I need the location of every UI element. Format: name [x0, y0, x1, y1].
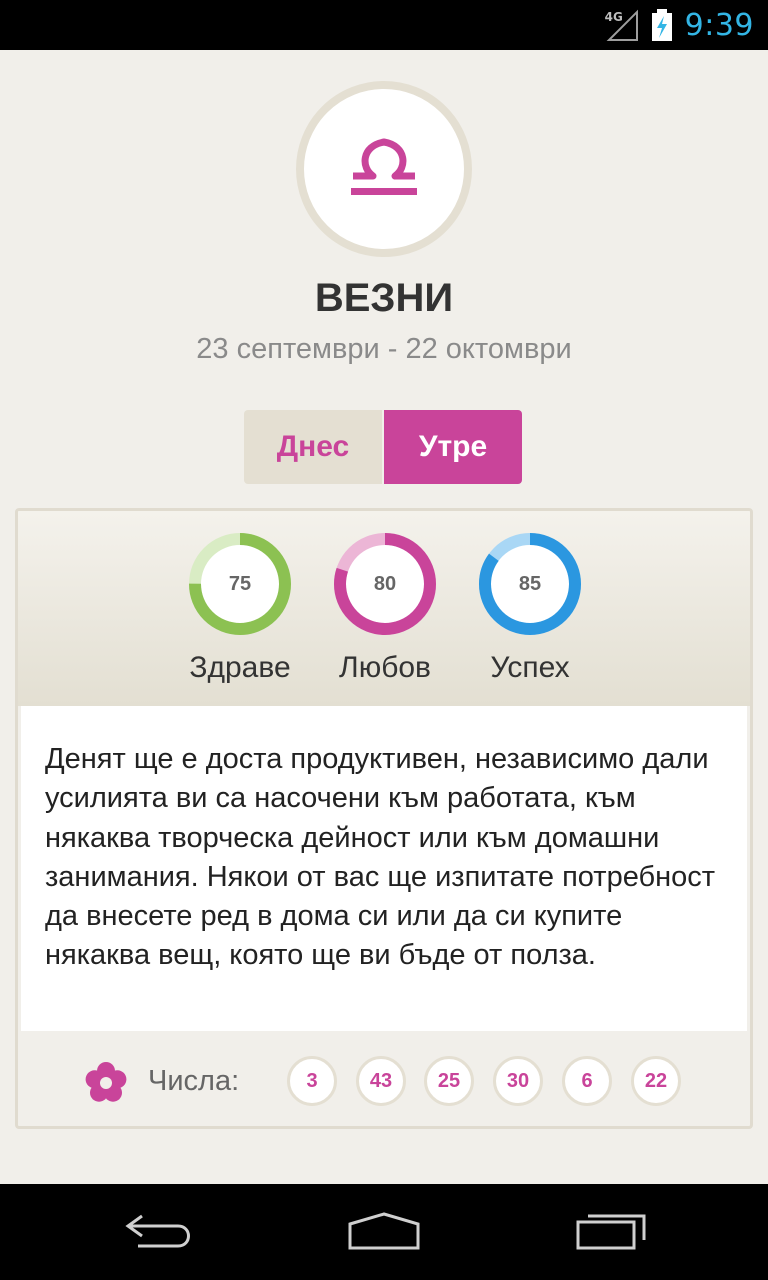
meter-love: 80 Любов — [310, 532, 460, 692]
date-range: 23 септември - 22 октомври — [196, 333, 572, 365]
flower-icon — [85, 1062, 127, 1102]
love-ring: 80 — [333, 532, 437, 636]
back-icon — [125, 1214, 190, 1248]
love-label: Любов — [339, 651, 431, 684]
lucky-number: 22 — [631, 1056, 681, 1106]
home-icon — [348, 1212, 420, 1250]
horoscope-card: 75 Здраве 80 Любов 85 Успех Денят ще е д… — [15, 508, 753, 1129]
forecast-text: Денят ще е доста продуктивен, независимо… — [21, 706, 747, 1031]
status-bar: 4G 9:39 — [0, 0, 768, 50]
meters-panel: 75 Здраве 80 Любов 85 Успех — [18, 511, 750, 706]
meter-health: 75 Здраве — [165, 532, 315, 692]
back-button[interactable] — [120, 1208, 200, 1259]
lucky-number: 30 — [493, 1056, 543, 1106]
love-value: 80 — [373, 572, 397, 595]
libra-icon — [351, 138, 417, 195]
page-title: ВЕЗНИ — [314, 276, 454, 320]
recent-apps-button[interactable] — [572, 1208, 652, 1259]
lucky-number: 25 — [424, 1056, 474, 1106]
network-type: 4G — [604, 10, 623, 24]
lucky-number: 3 — [287, 1056, 337, 1106]
clock: 9:39 — [684, 7, 754, 43]
success-ring: 85 — [478, 532, 582, 636]
signal-icon: 4G — [605, 8, 639, 42]
tab-today[interactable]: Днес — [244, 410, 384, 484]
health-value: 75 — [228, 572, 252, 595]
day-tabs: Днес Утре — [244, 410, 522, 484]
meter-success: 85 Успех — [455, 532, 605, 692]
success-label: Успех — [490, 651, 570, 684]
numbers-label: Числа: — [148, 1065, 240, 1097]
lucky-numbers: Числа: 3 43 25 30 6 22 — [18, 1031, 750, 1126]
home-button[interactable] — [344, 1208, 424, 1259]
zodiac-badge — [296, 81, 472, 257]
navigation-bar — [0, 1184, 768, 1280]
recent-apps-icon — [576, 1214, 646, 1250]
tab-tomorrow[interactable]: Утре — [384, 410, 522, 484]
lucky-number: 6 — [562, 1056, 612, 1106]
health-ring: 75 — [188, 532, 292, 636]
success-value: 85 — [518, 572, 542, 595]
health-label: Здраве — [189, 651, 291, 684]
battery-icon — [649, 8, 675, 42]
lucky-number: 43 — [356, 1056, 406, 1106]
